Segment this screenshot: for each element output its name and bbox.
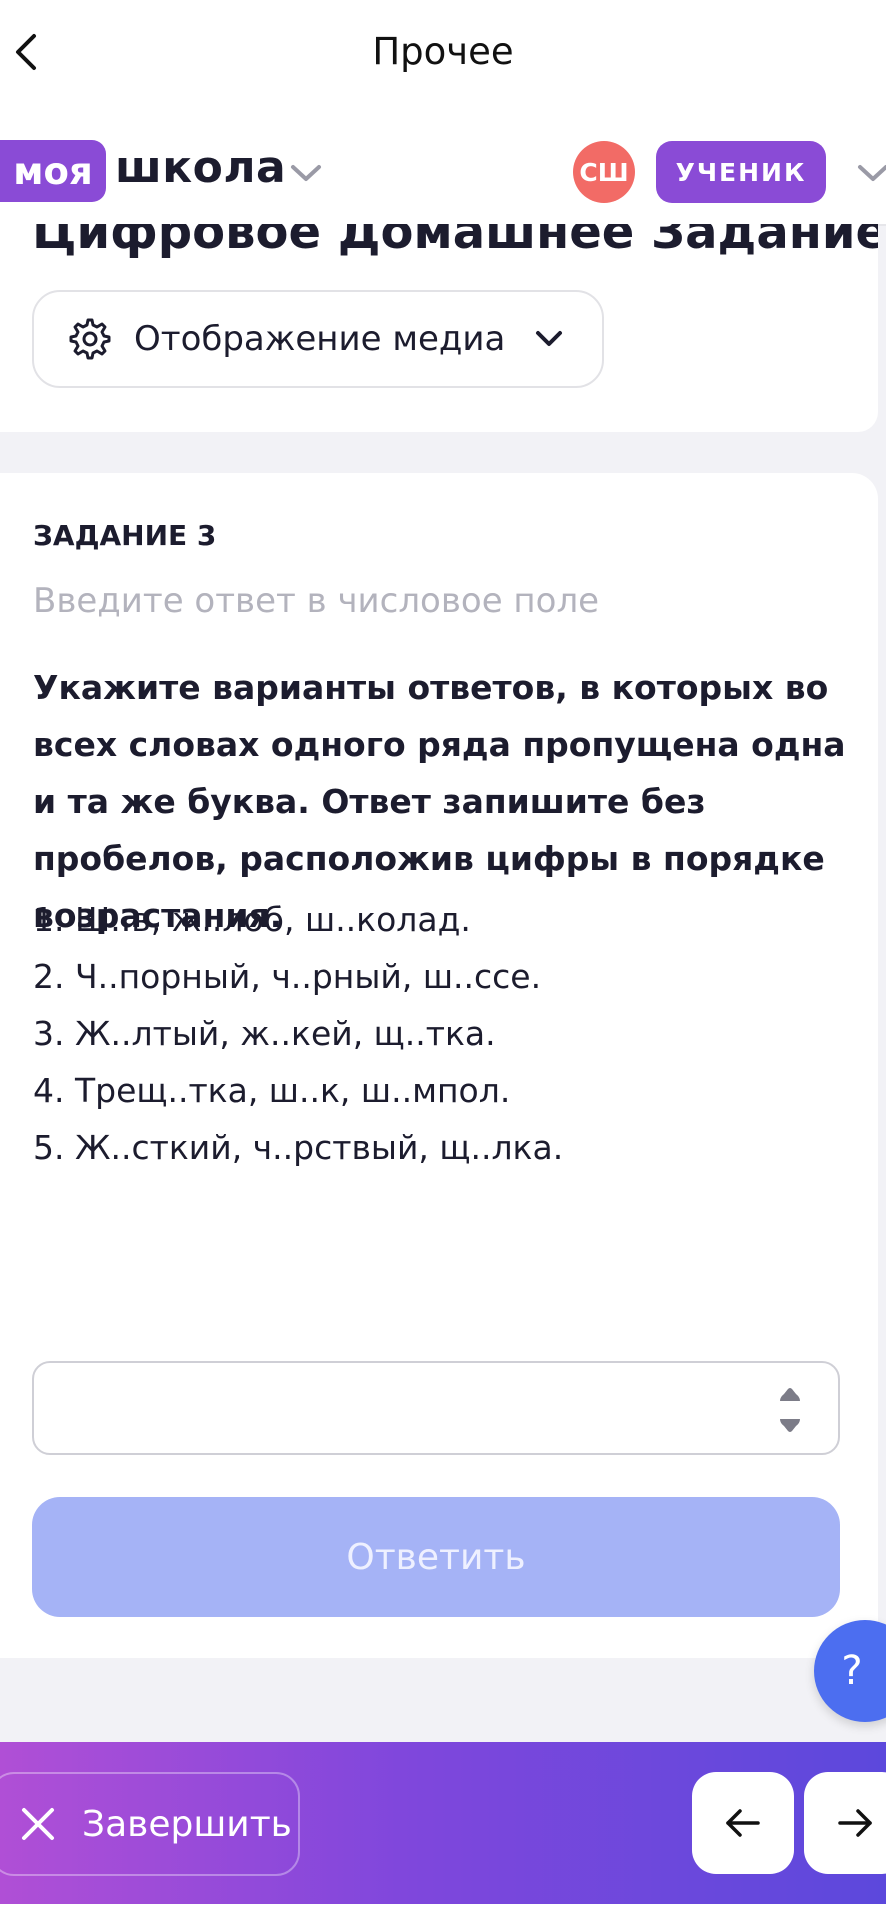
app-header: моя школа СШ УЧЕНИК: [0, 108, 886, 226]
logo-shkola[interactable]: школа: [115, 142, 286, 193]
page-title: Прочее: [372, 30, 514, 73]
finish-button[interactable]: Завершить: [0, 1772, 300, 1876]
task-hint: Введите ответ в числовое поле: [33, 581, 600, 621]
bottom-safe-area: [0, 1904, 886, 1920]
media-display-dropdown[interactable]: Отображение медиа: [32, 290, 604, 388]
gear-icon: [69, 318, 111, 360]
task-options-list: 1. Ш..в, ж..лоб, ш..колад. 2. Ч..порный,…: [33, 891, 863, 1176]
task-number: ЗАДАНИЕ 3: [33, 519, 217, 552]
task-option: 4. Трещ..тка, ш..к, ш..мпол.: [33, 1071, 511, 1110]
task-option: 3. Ж..лтый, ж..кей, щ..тка.: [33, 1014, 496, 1053]
help-button-label: ?: [841, 1648, 863, 1694]
answer-input[interactable]: [54, 1381, 758, 1437]
task-option: 5. Ж..сткий, ч..рствый, щ..лка.: [33, 1128, 564, 1167]
previous-task-button[interactable]: [692, 1772, 794, 1874]
chevron-down-icon: [536, 331, 563, 346]
role-badge[interactable]: УЧЕНИК: [656, 141, 826, 203]
bottom-action-bar: Завершить: [0, 1742, 886, 1904]
top-navigation-bar: Прочее: [0, 0, 886, 108]
homework-header-card: Цифровое Домашнее Задание Отображение ме…: [0, 224, 878, 432]
media-display-label: Отображение медиа: [134, 319, 506, 359]
close-icon: [22, 1808, 54, 1840]
finish-button-label: Завершить: [82, 1803, 292, 1845]
chevron-down-icon[interactable]: [290, 164, 322, 184]
answer-number-field[interactable]: [32, 1361, 840, 1455]
task-option: 1. Ш..в, ж..лоб, ш..колад.: [33, 900, 471, 939]
avatar[interactable]: СШ: [573, 141, 635, 203]
logo-moya[interactable]: моя: [0, 140, 106, 202]
stepper-arrows-icon[interactable]: [778, 1383, 802, 1437]
chevron-down-icon[interactable]: [857, 164, 886, 184]
task-option: 2. Ч..порный, ч..рный, ш..ссе.: [33, 957, 542, 996]
task-card: ЗАДАНИЕ 3 Введите ответ в числовое поле …: [0, 473, 878, 1658]
arrow-left-icon: [726, 1809, 760, 1837]
arrow-right-icon: [838, 1809, 872, 1837]
submit-answer-button[interactable]: Ответить: [32, 1497, 840, 1617]
next-task-button[interactable]: [804, 1772, 886, 1874]
homework-heading: Цифровое Домашнее Задание: [32, 224, 878, 260]
